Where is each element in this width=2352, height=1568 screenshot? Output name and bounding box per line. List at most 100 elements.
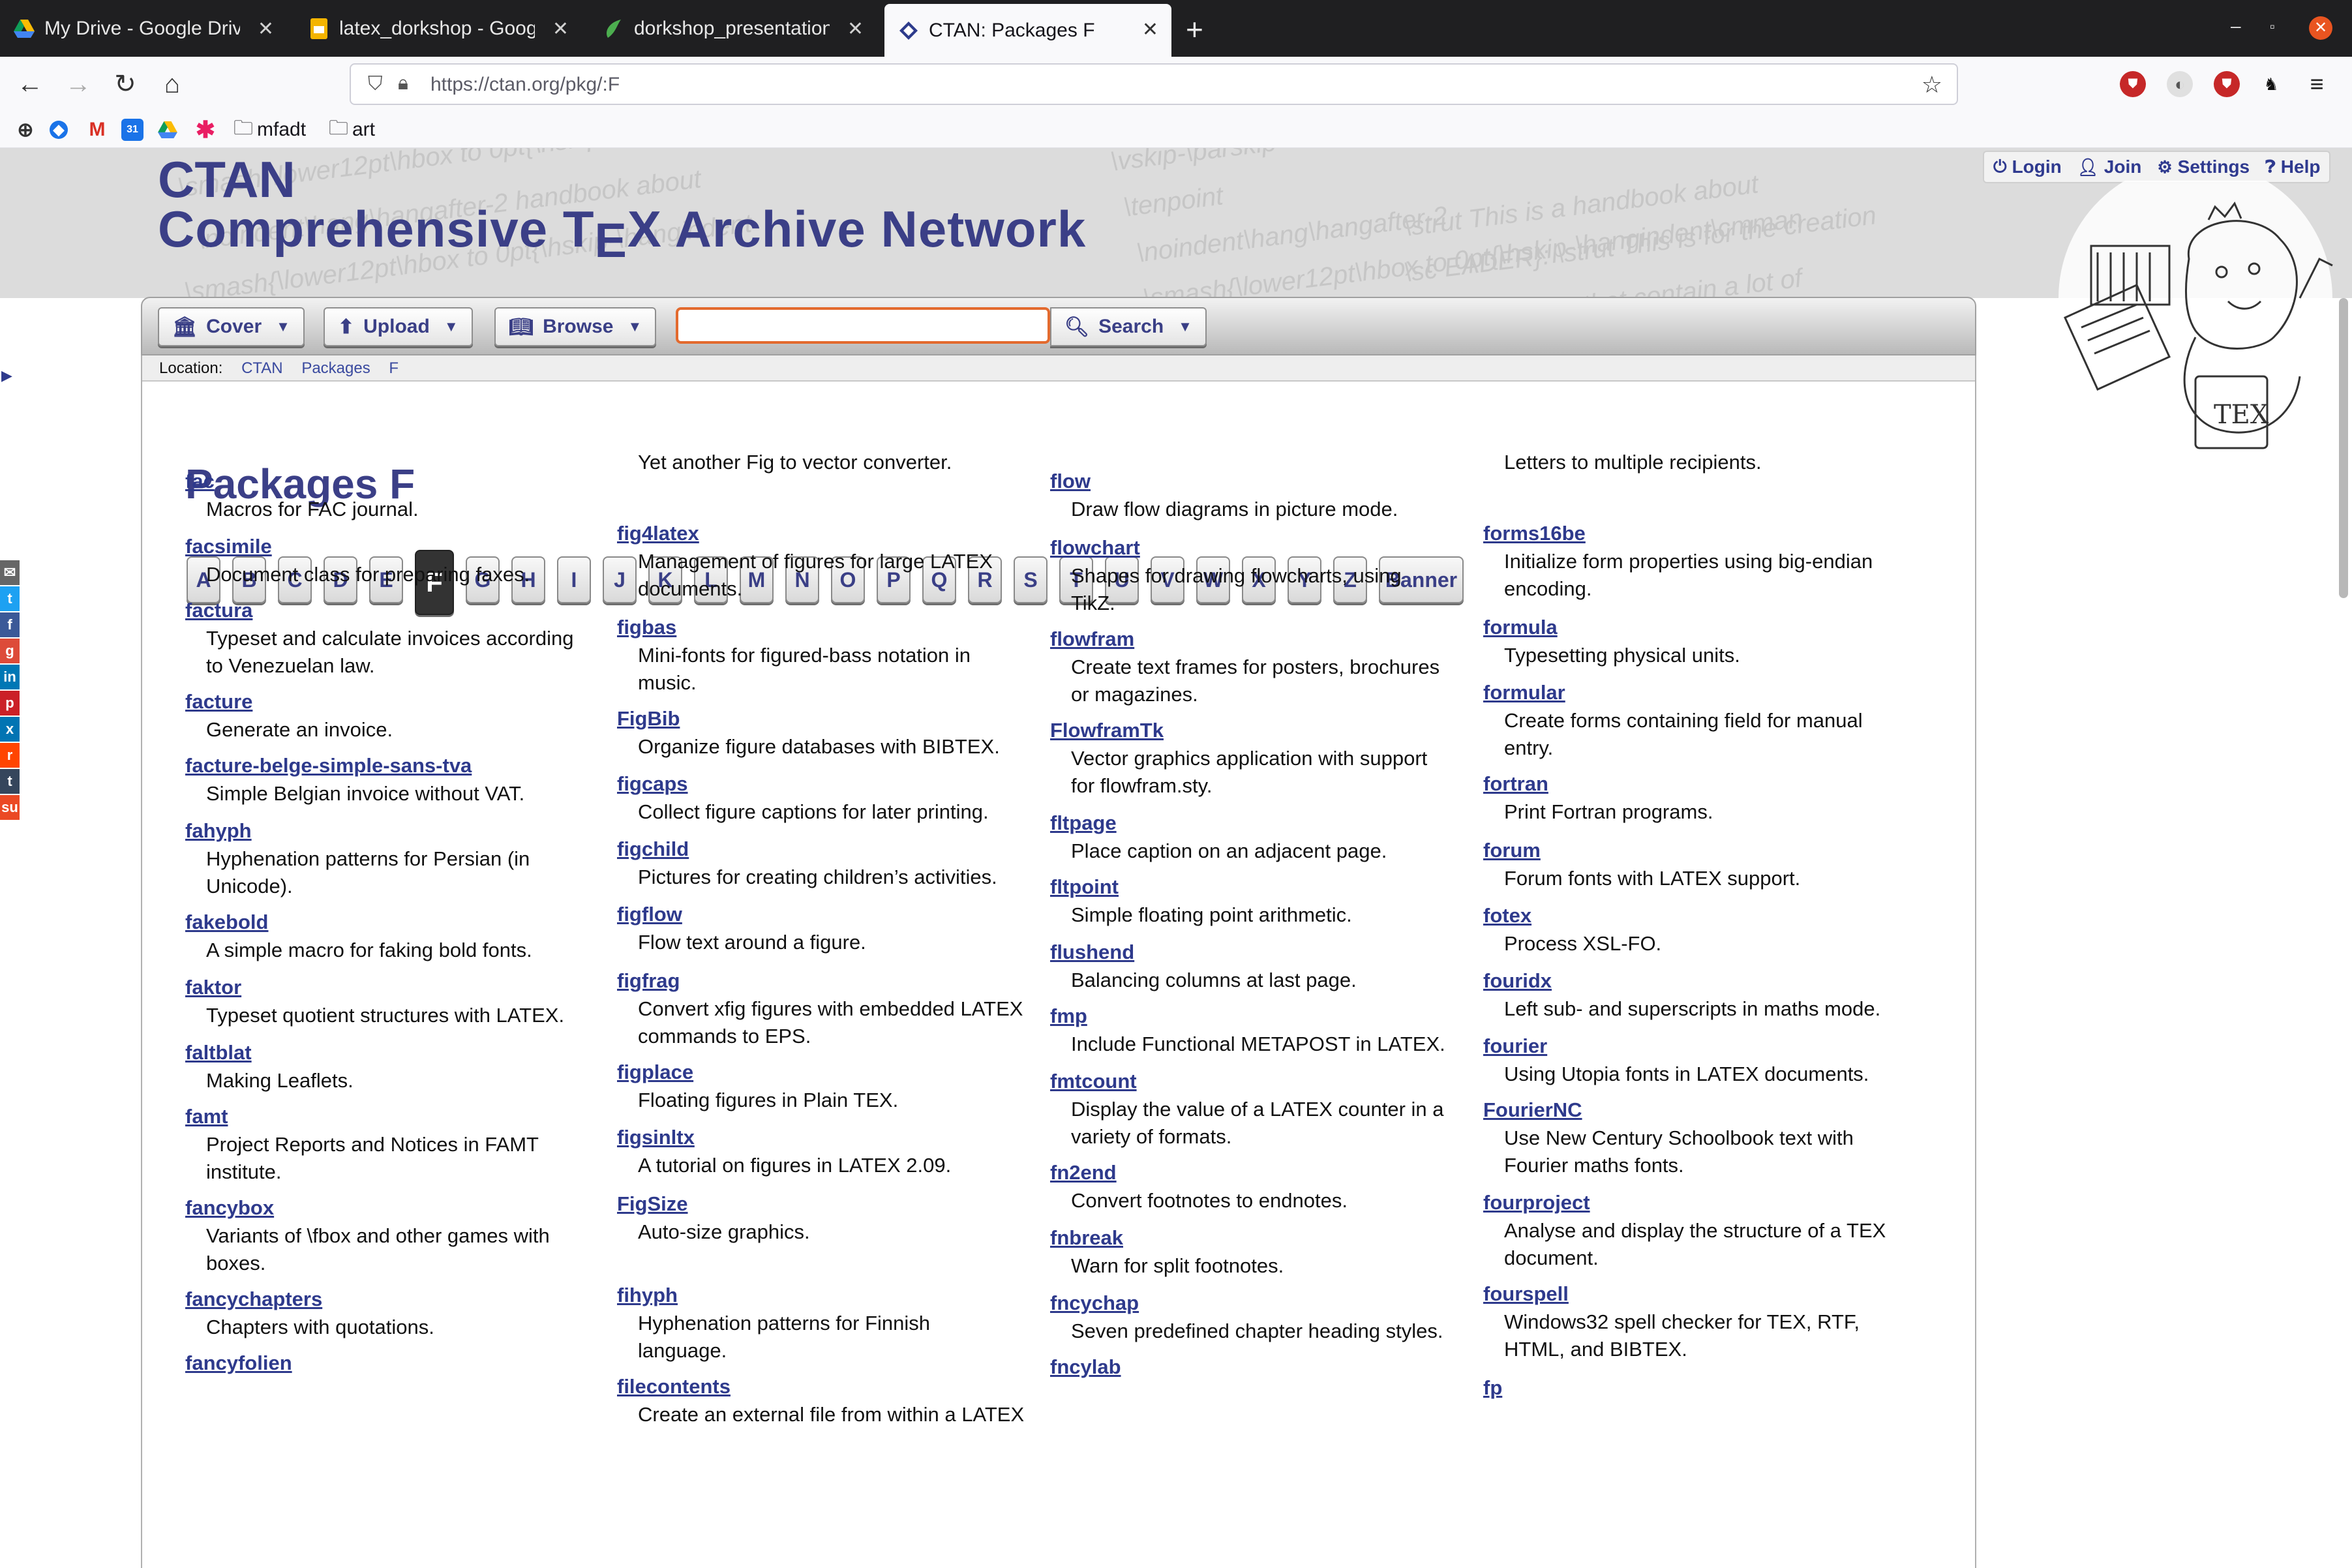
package-link[interactable]: FigSize — [617, 1192, 688, 1216]
settings-link[interactable]: ⚙ Settings — [2157, 157, 2250, 177]
package-link[interactable]: flowfram — [1050, 627, 1134, 651]
globe-icon[interactable]: ⊕ — [14, 117, 37, 143]
package-link[interactable]: fncychap — [1050, 1291, 1139, 1315]
package-link[interactable]: fp — [1483, 1376, 1502, 1400]
browser-tab[interactable]: dorkshop_presentation - ✕ — [590, 0, 877, 57]
package-link[interactable]: fancyfolien — [185, 1351, 292, 1375]
new-tab-icon[interactable]: + — [1186, 12, 1203, 47]
gnome-extension-icon[interactable]: ♞ — [2258, 71, 2284, 97]
search-input[interactable] — [676, 307, 1050, 344]
package-link[interactable]: flushend — [1050, 941, 1134, 964]
package-link[interactable]: fnbreak — [1050, 1226, 1123, 1250]
address-bar[interactable]: ⛉ 🔒︎ https://ctan.org/pkg/:F ☆ — [350, 63, 1958, 105]
site-title[interactable]: CTAN Comprehensive TEX Archive Network — [158, 154, 1086, 265]
package-link[interactable]: figsinltx — [617, 1126, 695, 1149]
package-link[interactable]: faktor — [185, 976, 241, 999]
facebook-icon[interactable]: f — [0, 612, 20, 637]
bookmark-folder-art[interactable]: 🗀 art — [329, 117, 375, 143]
package-link[interactable]: FigBib — [617, 707, 680, 731]
url-text[interactable]: https://ctan.org/pkg/:F — [430, 74, 620, 96]
gmail-icon[interactable]: M — [86, 117, 108, 143]
bookmark-star-icon[interactable]: ☆ — [1922, 71, 1942, 98]
package-link[interactable]: factura — [185, 599, 252, 622]
package-link[interactable]: fltpage — [1050, 811, 1117, 835]
package-link[interactable]: fouridx — [1483, 969, 1552, 993]
bookmark-folder-mfadt[interactable]: 🗀 mfadt — [234, 117, 306, 143]
sidebar-toggle-icon[interactable]: ▶ — [1, 367, 12, 384]
privacy-badger-icon[interactable]: ⛊ — [2214, 71, 2240, 97]
package-link[interactable]: figchild — [617, 837, 689, 861]
package-link[interactable]: fotex — [1483, 904, 1531, 927]
package-link[interactable]: flowchart — [1050, 536, 1140, 560]
browser-tab-active[interactable]: CTAN: Packages F ✕ — [884, 4, 1171, 57]
package-link[interactable]: figbas — [617, 616, 676, 639]
tracking-shield-icon[interactable]: ⛉ — [368, 73, 383, 95]
ublock-origin-icon[interactable]: ⛊ — [2120, 71, 2146, 97]
browser-tab[interactable]: latex_dorkshop - Google ✕ — [295, 0, 582, 57]
package-link[interactable]: famt — [185, 1105, 228, 1128]
cover-menu-button[interactable]: 🏛︎ Cover ▼ — [158, 307, 305, 346]
scrollbar[interactable] — [2339, 298, 2348, 598]
google-plus-icon[interactable]: g — [0, 639, 20, 663]
package-link[interactable]: fmtcount — [1050, 1070, 1137, 1093]
package-link[interactable]: formula — [1483, 616, 1558, 639]
help-link[interactable]: ❓︎ Help — [2265, 157, 2320, 177]
package-link[interactable]: faltblat — [185, 1041, 252, 1064]
package-link[interactable]: FourierNC — [1483, 1098, 1582, 1122]
package-link[interactable]: fourier — [1483, 1034, 1547, 1058]
join-link[interactable]: 👤︎ Join — [2077, 157, 2142, 177]
restore-icon[interactable]: ▫ — [2270, 18, 2275, 35]
package-link[interactable]: fortran — [1483, 772, 1548, 796]
close-icon[interactable]: ✕ — [847, 18, 864, 40]
breadcrumb-f[interactable]: F — [389, 359, 399, 377]
home-icon[interactable]: ⌂ — [154, 66, 190, 102]
star-bookmark-icon[interactable]: ✱ — [194, 116, 217, 143]
menu-icon[interactable]: ≡ — [2304, 71, 2330, 97]
package-link[interactable]: figplace — [617, 1061, 693, 1084]
package-link[interactable]: fig4latex — [617, 522, 699, 545]
package-link[interactable]: fn2end — [1050, 1161, 1117, 1184]
close-icon[interactable]: ✕ — [1142, 18, 1158, 41]
package-link[interactable]: FlowframTk — [1050, 719, 1164, 742]
close-icon[interactable]: ✕ — [258, 18, 274, 40]
package-link[interactable]: fihyph — [617, 1284, 678, 1307]
package-link[interactable]: figflow — [617, 903, 682, 926]
package-link[interactable]: fancychapters — [185, 1288, 322, 1311]
package-link[interactable]: facsimile — [185, 535, 272, 558]
email-icon[interactable]: ✉ — [0, 560, 20, 585]
browse-menu-button[interactable]: 📖︎ Browse ▼ — [494, 307, 657, 346]
twitter-icon[interactable]: t — [0, 586, 20, 611]
upload-menu-button[interactable]: ⬆ Upload ▼ — [324, 307, 473, 346]
browser-tab[interactable]: My Drive - Google Drive ✕ — [0, 0, 287, 57]
back-icon[interactable]: ← — [12, 66, 48, 102]
package-link[interactable]: forms16be — [1483, 522, 1586, 545]
bookmark-icon[interactable]: ◆ — [50, 117, 68, 143]
search-button[interactable]: 🔍︎ Search ▼ — [1050, 307, 1207, 346]
letter-button-j[interactable]: J — [603, 556, 637, 603]
package-link[interactable]: figcaps — [617, 772, 688, 796]
reload-icon[interactable]: ↻ — [107, 66, 143, 102]
package-link[interactable]: formular — [1483, 681, 1565, 704]
pinterest-icon[interactable]: p — [0, 691, 20, 716]
package-link[interactable]: fakebold — [185, 911, 268, 934]
stumbleupon-icon[interactable]: su — [0, 795, 20, 820]
package-link[interactable]: flow — [1050, 470, 1091, 493]
window-close-icon[interactable]: ✕ — [2309, 16, 2332, 40]
package-link[interactable]: fncylab — [1050, 1355, 1121, 1379]
login-link[interactable]: ⏻ Login — [1993, 157, 2062, 177]
google-calendar-icon[interactable]: 31 — [121, 117, 143, 143]
tumblr-icon[interactable]: t — [0, 769, 20, 794]
package-link[interactable]: fac — [185, 470, 215, 493]
linkedin-icon[interactable]: in — [0, 665, 20, 689]
lock-icon[interactable]: 🔒︎ — [398, 72, 408, 95]
package-link[interactable]: fourspell — [1483, 1282, 1569, 1306]
minimize-icon[interactable]: – — [2231, 16, 2241, 37]
extension-icon[interactable]: ◐ — [2167, 71, 2193, 97]
package-link[interactable]: fancybox — [185, 1196, 274, 1220]
package-link[interactable]: figfrag — [617, 969, 680, 993]
reddit-icon[interactable]: r — [0, 743, 20, 768]
google-drive-icon[interactable] — [158, 117, 177, 143]
close-icon[interactable]: ✕ — [552, 18, 569, 40]
package-link[interactable]: fmp — [1050, 1004, 1087, 1028]
package-link[interactable]: filecontents — [617, 1375, 731, 1398]
